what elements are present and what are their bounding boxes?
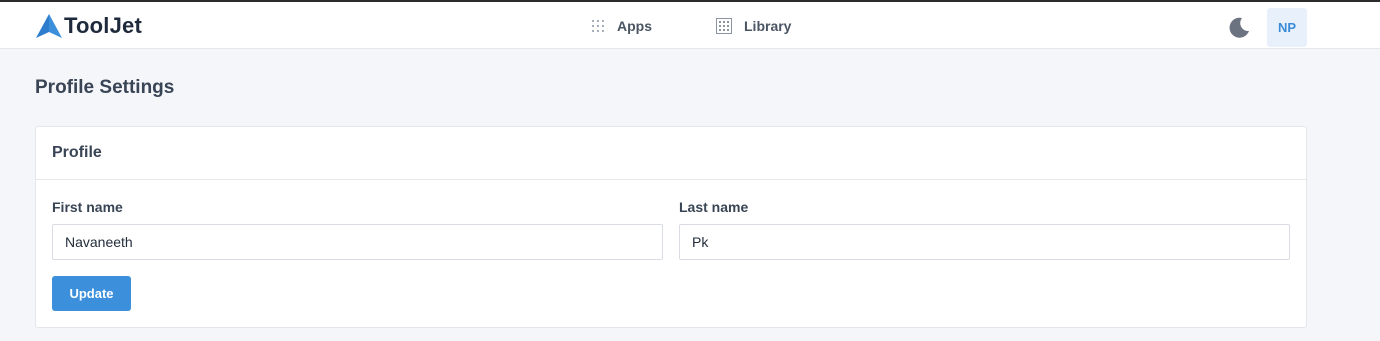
first-name-input[interactable] bbox=[52, 224, 663, 260]
first-name-label: First name bbox=[52, 199, 123, 215]
brand-name: ToolJet bbox=[64, 13, 142, 38]
last-name-input[interactable] bbox=[679, 224, 1290, 260]
nav-item-library[interactable]: Library bbox=[716, 16, 791, 36]
nav-library-label: Library bbox=[744, 18, 792, 34]
profile-card: Profile First name Last name Update bbox=[35, 126, 1307, 328]
brand-logo[interactable]: ToolJet bbox=[35, 13, 142, 39]
user-avatar[interactable]: NP bbox=[1267, 8, 1307, 47]
nav-item-apps[interactable]: Apps bbox=[591, 16, 652, 36]
nav-apps-label: Apps bbox=[617, 18, 652, 34]
moon-icon bbox=[1229, 17, 1249, 38]
profile-card-title: Profile bbox=[52, 144, 102, 161]
library-icon bbox=[716, 18, 732, 34]
apps-grid-icon bbox=[592, 20, 604, 32]
page-title: Profile Settings bbox=[35, 77, 175, 98]
tooljet-logo-icon bbox=[36, 14, 62, 38]
last-name-label: Last name bbox=[679, 199, 749, 215]
theme-toggle-button[interactable] bbox=[1227, 15, 1251, 39]
update-button[interactable]: Update bbox=[52, 276, 131, 311]
profile-card-header: Profile bbox=[36, 127, 1306, 180]
top-navbar: ToolJet Apps Library NP bbox=[0, 2, 1380, 49]
